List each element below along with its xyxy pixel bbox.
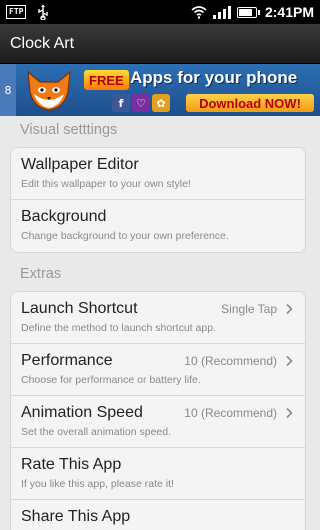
row-value: Single Tap [221, 302, 277, 316]
usb-icon [38, 4, 49, 20]
setting-launch-shortcut[interactable]: Launch Shortcut Define the method to lau… [11, 292, 305, 344]
setting-background[interactable]: Background Change background to your own… [11, 200, 305, 252]
ad-headline: Apps for your phone [130, 68, 298, 87]
ftp-icon: FTP [6, 5, 27, 19]
row-subtitle: Change background to your own preference… [21, 230, 229, 242]
wifi-icon [191, 6, 207, 19]
row-subtitle: Edit this wallpaper to your own style! [21, 178, 191, 190]
row-title: Rate This App [21, 456, 122, 473]
section-header-visual: Visual setttings [20, 122, 118, 138]
row-title: Share This App [21, 508, 131, 525]
status-bar: FTP 2:41PM [0, 0, 320, 24]
heart-icon: ♡ [132, 94, 150, 112]
signal-icon [212, 5, 231, 19]
setting-share-app[interactable]: Share This App [11, 500, 305, 530]
setting-wallpaper-editor[interactable]: Wallpaper Editor Edit this wallpaper to … [11, 148, 305, 200]
row-value: 10 (Recommend) [184, 354, 277, 368]
setting-rate-app[interactable]: Rate This App If you like this app, plea… [11, 448, 305, 500]
setting-animation-speed[interactable]: Animation Speed Set the overall animatio… [11, 396, 305, 448]
chevron-right-icon [286, 407, 293, 419]
flower-icon: ✿ [152, 94, 170, 112]
ad-banner[interactable]: 8 FREE Apps for your phone f ♡ ✿ Downloa… [0, 64, 320, 116]
row-subtitle: Define the method to launch shortcut app… [21, 322, 216, 334]
section-header-extras: Extras [20, 266, 62, 282]
row-subtitle: If you like this app, please rate it! [21, 478, 174, 490]
row-subtitle: Choose for performance or battery life. [21, 374, 201, 386]
row-subtitle: Set the overall animation speed. [21, 426, 172, 438]
visual-settings-card: Wallpaper Editor Edit this wallpaper to … [10, 147, 306, 253]
ad-download-button[interactable]: Download NOW! [186, 94, 314, 112]
facebook-icon: f [112, 94, 130, 112]
app-title-bar: Clock Art [0, 24, 320, 64]
ad-social-icons: f ♡ ✿ [112, 94, 170, 112]
chevron-right-icon [286, 355, 293, 367]
extras-card: Launch Shortcut Define the method to lau… [10, 291, 306, 530]
app-title: Clock Art [10, 34, 75, 52]
ad-free-label: FREE [84, 70, 129, 90]
row-title: Background [21, 208, 107, 225]
row-value: 10 (Recommend) [184, 406, 277, 420]
row-title: Wallpaper Editor [21, 156, 139, 173]
chevron-right-icon [286, 303, 293, 315]
ad-badge: 8 [0, 64, 16, 116]
battery-icon [236, 6, 260, 18]
status-time: 2:41PM [264, 4, 314, 20]
setting-performance[interactable]: Performance Choose for performance or ba… [11, 344, 305, 396]
fox-mascot-icon [27, 70, 71, 111]
